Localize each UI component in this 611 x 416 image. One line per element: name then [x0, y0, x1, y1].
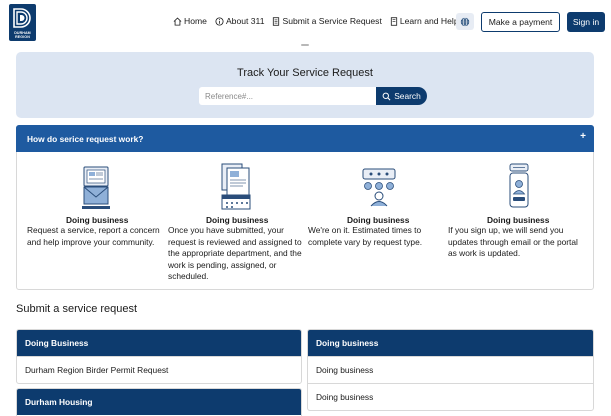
durham-region-logo[interactable]: DURHAM REGION [9, 4, 36, 41]
calendar-clipboard-icon [221, 163, 251, 210]
make-payment-button[interactable]: Make a payment [481, 12, 560, 32]
accordion-title: How do serice request work? [27, 133, 144, 144]
nav-learn-help[interactable]: Learn and Help [390, 16, 459, 26]
phone-notification-icon [509, 163, 529, 208]
category-card-doing-business: Doing Business Durham Region Birder Perm… [16, 329, 302, 384]
service-link[interactable]: Doing business [308, 383, 593, 410]
main-nav: Home About 311 Submit a Service Request [173, 16, 467, 26]
logo-mark-icon [13, 8, 31, 28]
drag-handle [301, 44, 309, 46]
language-button[interactable] [456, 13, 474, 30]
team-assign-icon [362, 168, 396, 207]
search-button-label: Search [394, 91, 421, 101]
step-2-title: Doing business [206, 215, 269, 225]
logo-text: DURHAM REGION [14, 31, 31, 39]
track-title: Track Your Service Request [237, 67, 373, 79]
expand-icon[interactable]: + [580, 131, 586, 142]
service-link-birder-permit[interactable]: Durham Region Birder Permit Request [17, 356, 301, 383]
laptop-mail-icon [82, 166, 110, 209]
accordion-header[interactable]: How do serice request work? + [16, 125, 594, 152]
step-4-description: If you sign up, we will send you updates… [448, 225, 578, 259]
step-1-description: Request a service, report a concern and … [27, 225, 160, 247]
track-request-panel: Track Your Service Request Search [16, 52, 594, 118]
info-icon [215, 16, 224, 26]
document-icon [273, 16, 280, 26]
category-card-title[interactable]: Doing Business [17, 330, 301, 356]
service-link[interactable]: Doing business [308, 356, 593, 383]
step-2-description: Once you have submitted, your request is… [168, 225, 302, 282]
search-icon [382, 92, 391, 100]
step-3-description: We're on it. Estimated times to complete… [308, 225, 423, 247]
category-card-title[interactable]: Durham Housing [17, 389, 301, 415]
how-it-works-accordion: How do serice request work? + Doing busi… [16, 125, 594, 290]
submit-section-heading: Submit a service request [16, 303, 138, 315]
globe-icon [460, 17, 470, 26]
category-card-title[interactable]: Doing business [308, 330, 593, 356]
reference-input[interactable] [199, 87, 376, 105]
nav-submit-request[interactable]: Submit a Service Request [272, 16, 382, 26]
site-header: DURHAM REGION Home About 311 Submit a Se… [0, 0, 611, 46]
home-icon [173, 17, 182, 26]
nav-learn-label: Learn and Help [399, 16, 459, 26]
sign-in-button[interactable]: Sign in [567, 12, 605, 32]
nav-about-label: About 311 [225, 16, 265, 26]
step-1-title: Doing business [66, 215, 129, 225]
step-3-title: Doing business [347, 215, 410, 225]
nav-home-label: Home [184, 16, 207, 26]
category-card-durham-housing: Durham Housing [16, 388, 302, 416]
step-4-title: Doing business [487, 215, 550, 225]
nav-about-311[interactable]: About 311 [215, 16, 265, 26]
category-card-doing-business-2: Doing business Doing business Doing busi… [307, 329, 594, 411]
book-icon [390, 16, 397, 26]
search-button[interactable]: Search [376, 87, 427, 105]
nav-home[interactable]: Home [173, 16, 207, 26]
nav-submit-label: Submit a Service Request [282, 16, 382, 26]
